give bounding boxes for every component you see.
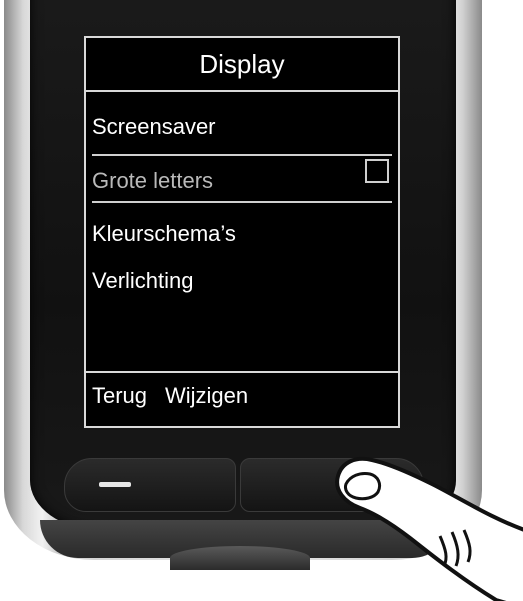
finger-pointer-icon <box>335 456 523 601</box>
phone-photo: Display Screensaver Grote letters Kleurs… <box>0 0 523 601</box>
phone-screen: Display Screensaver Grote letters Kleurs… <box>84 36 400 428</box>
menu-item-grote-letters[interactable]: Grote letters <box>92 168 213 194</box>
screen-title: Display <box>86 38 398 92</box>
menu-item-screensaver[interactable]: Screensaver <box>92 114 216 140</box>
softkey-bar: Terug Wijzigen <box>86 371 398 426</box>
selection-bottom-line <box>92 201 392 203</box>
menu-item-kleurschemas[interactable]: Kleurschema’s <box>92 221 236 247</box>
menu-item-verlichting[interactable]: Verlichting <box>92 268 194 294</box>
left-soft-key[interactable] <box>64 458 236 512</box>
selection-top-line <box>92 154 392 156</box>
navigation-key[interactable] <box>170 546 310 570</box>
dash-icon <box>99 482 131 487</box>
softkey-wijzigen-label[interactable]: Wijzigen <box>165 383 248 409</box>
checkbox-icon[interactable] <box>365 159 389 183</box>
softkey-terug-label[interactable]: Terug <box>92 383 147 409</box>
